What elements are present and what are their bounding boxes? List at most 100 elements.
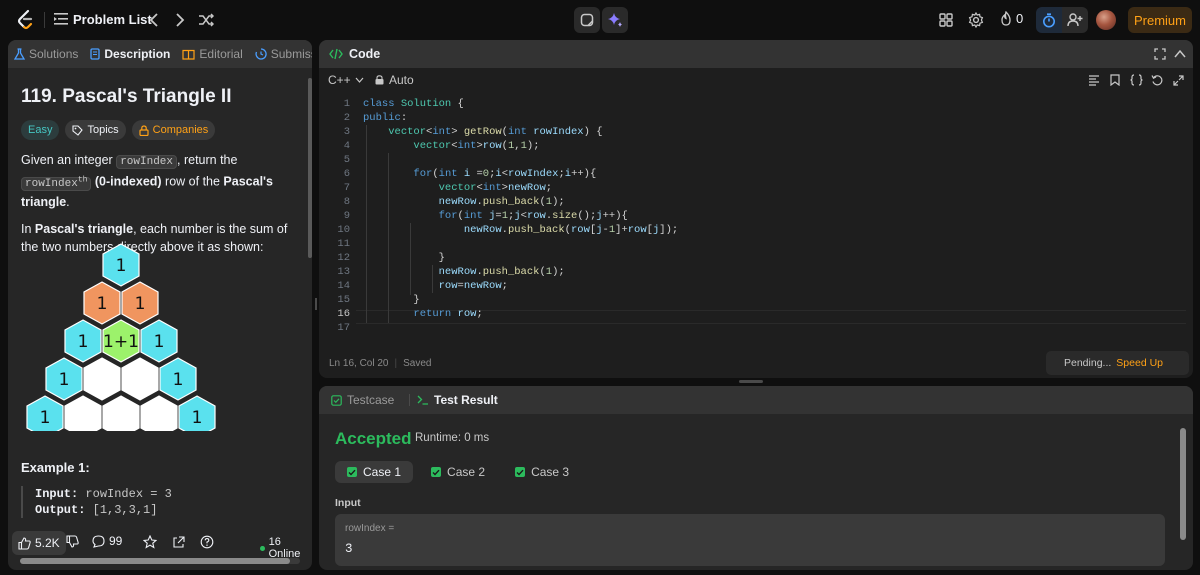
- check-icon: [431, 467, 442, 477]
- case-tab-1[interactable]: Case 1: [335, 461, 414, 483]
- leetcode-logo-icon[interactable]: [14, 8, 38, 32]
- curly-braces-icon[interactable]: [1129, 73, 1143, 87]
- code-editor[interactable]: 1 2 3 4 5 6 7 8 9 10 11 12 13 14 15 16 1…: [319, 97, 1193, 344]
- lock-icon: [139, 124, 149, 136]
- code-editor-panel: Code C++ Auto 1 2 3 4 5 6 7 8 9 10 11 12…: [319, 40, 1193, 378]
- invite-user-button[interactable]: [1062, 7, 1088, 33]
- example-output-row: Output: [1,3,3,1]: [35, 502, 281, 518]
- reset-icon[interactable]: [1150, 73, 1164, 87]
- user-avatar[interactable]: [1096, 10, 1116, 30]
- book-icon: [182, 49, 195, 60]
- pending-speed-up-button[interactable]: Pending... Speed Up: [1046, 351, 1189, 375]
- timer-button[interactable]: [1036, 7, 1062, 33]
- case-tab-2[interactable]: Case 2: [419, 461, 497, 483]
- bold-text: Pascal's triangle: [34, 221, 134, 236]
- editor-toolbar: C++ Auto: [319, 68, 1193, 92]
- top-navbar: Problem List 0 Premium: [0, 0, 1200, 40]
- horizontal-scrollbar-thumb[interactable]: [20, 558, 290, 564]
- settings-gear-icon[interactable]: [966, 10, 986, 30]
- line-number: 13: [337, 266, 350, 278]
- hex-label: 1: [40, 408, 51, 428]
- next-problem-button[interactable]: [170, 10, 190, 30]
- description-scrollbar[interactable]: [308, 78, 312, 258]
- streak-count: 0: [1016, 11, 1024, 26]
- problem-title: 119. Pascal's Triangle II: [21, 86, 232, 107]
- checkbox-icon: [331, 394, 342, 406]
- fire-icon: [1001, 11, 1011, 26]
- companies-tag-button[interactable]: Companies: [131, 120, 216, 140]
- hex-label: 1+1: [103, 332, 139, 352]
- auto-mode-toggle[interactable]: Auto: [375, 73, 414, 87]
- tab-submissions[interactable]: Submiss: [249, 40, 312, 68]
- line-number: 7: [343, 182, 350, 194]
- input-section-label: Input: [335, 497, 361, 509]
- desc-text: row of the: [161, 174, 224, 189]
- list-icon[interactable]: [54, 12, 68, 26]
- code-line: }: [363, 294, 420, 306]
- fullscreen-icon[interactable]: [1153, 47, 1167, 61]
- problem-list-link[interactable]: Problem List: [73, 12, 152, 27]
- line-number: 5: [343, 154, 350, 166]
- tab-description[interactable]: Description: [84, 40, 176, 68]
- terminal-icon: [417, 395, 428, 405]
- description-footer: 5.2K 99 16 Online: [8, 528, 312, 560]
- shuffle-icon[interactable]: [196, 10, 216, 30]
- tab-solutions[interactable]: Solutions: [8, 40, 84, 68]
- code-line: vector<int>row(1,1);: [413, 140, 540, 152]
- hex-label: 1: [154, 332, 165, 352]
- case-tab-3[interactable]: Case 3: [503, 461, 581, 483]
- star-icon[interactable]: [142, 534, 158, 550]
- layout-grid-icon[interactable]: [936, 10, 956, 30]
- line-number: 16: [337, 308, 350, 320]
- format-lines-icon[interactable]: [1087, 73, 1101, 87]
- input-variable-value: 3: [345, 542, 353, 556]
- prev-problem-button[interactable]: [144, 10, 164, 30]
- editor-status-bar: Ln 16, Col 20 | Saved: [329, 358, 431, 369]
- desc-text: Given an integer: [21, 153, 117, 167]
- example-input-label: Input:: [35, 487, 79, 501]
- streak-counter[interactable]: 0: [1000, 11, 1023, 26]
- expand-diagonal-icon[interactable]: [1171, 73, 1185, 87]
- desc-text: In: [21, 221, 35, 236]
- tag-icon: [72, 124, 84, 136]
- premium-button[interactable]: Premium: [1128, 7, 1192, 33]
- language-select[interactable]: C++: [328, 73, 364, 87]
- cursor-position: Ln 16, Col 20: [329, 358, 389, 369]
- pending-label: Pending...: [1064, 357, 1112, 369]
- result-scrollbar[interactable]: [1180, 428, 1186, 540]
- case-label: Case 2: [447, 465, 486, 479]
- bold-text: (0-indexed): [91, 174, 162, 189]
- thumbs-down-icon[interactable]: [66, 535, 80, 549]
- bookmark-icon[interactable]: [1108, 73, 1122, 87]
- hex-label: 1: [173, 370, 184, 390]
- code-line: newRow.push_back(1);: [438, 196, 565, 208]
- sparkle-icon: [608, 13, 622, 27]
- tab-description-label: Description: [104, 47, 171, 61]
- tab-testcase[interactable]: Testcase: [331, 393, 394, 407]
- code-line: for(int i =0;i<rowIndex;i++){: [413, 168, 597, 180]
- speed-up-label[interactable]: Speed Up: [1116, 357, 1163, 369]
- divider: [44, 12, 45, 28]
- code-line: vector<int>newRow;: [438, 182, 553, 194]
- line-number: 9: [343, 210, 350, 222]
- document-icon: [90, 48, 101, 60]
- collapse-chevron-icon[interactable]: [1173, 47, 1187, 61]
- test-result-panel: Testcase Test Result Accepted Runtime: 0…: [319, 386, 1193, 570]
- note-button[interactable]: [574, 7, 600, 33]
- ai-assistant-button[interactable]: [602, 7, 628, 33]
- share-external-icon[interactable]: [170, 534, 186, 550]
- difficulty-label: Easy: [28, 124, 53, 136]
- tab-editorial[interactable]: Editorial: [176, 40, 248, 68]
- vertical-splitter-handle[interactable]: [315, 298, 317, 310]
- help-icon[interactable]: [199, 534, 215, 550]
- tab-editorial-label: Editorial: [199, 47, 243, 61]
- topics-tag-button[interactable]: Topics: [65, 120, 126, 140]
- horizontal-scrollbar[interactable]: [20, 558, 300, 564]
- code-line: class Solution {: [363, 98, 464, 110]
- description-tabs: Solutions Description Editorial Submiss: [8, 40, 312, 68]
- like-button[interactable]: 5.2K: [12, 531, 66, 555]
- comments-button[interactable]: 99: [92, 534, 122, 548]
- difficulty-badge: Easy: [21, 120, 60, 140]
- tab-test-result[interactable]: Test Result: [417, 393, 498, 407]
- horizontal-splitter-handle[interactable]: [739, 380, 763, 383]
